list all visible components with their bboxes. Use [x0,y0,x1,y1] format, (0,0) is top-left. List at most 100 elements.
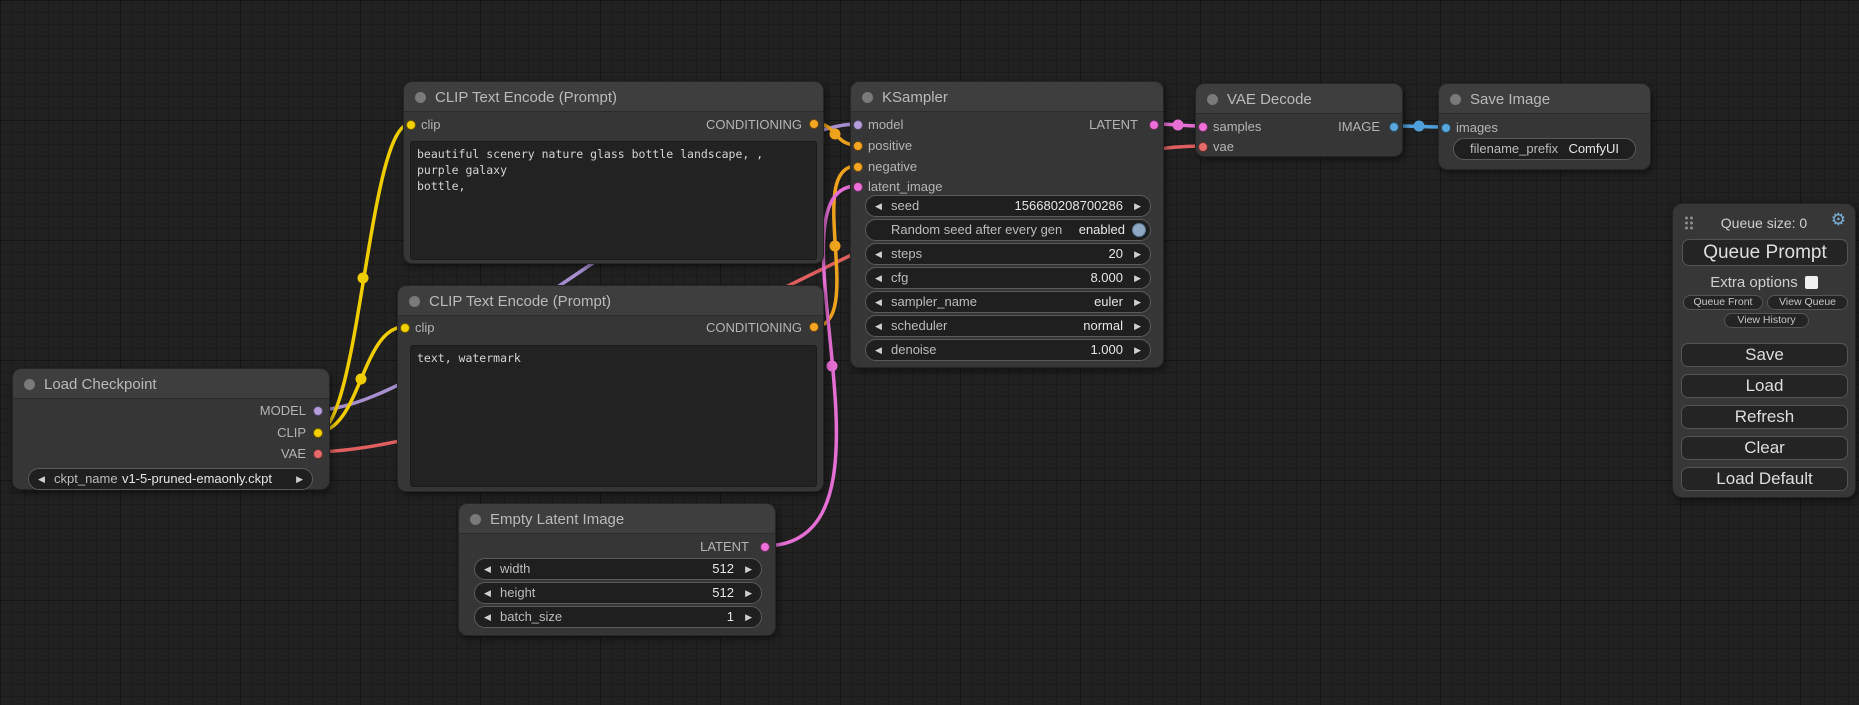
collapse-dot-icon[interactable] [409,296,420,307]
widget-label: sampler_name [891,292,977,312]
widget-steps[interactable]: ◀ steps 20 ▶ [865,243,1151,265]
input-port-images[interactable] [1441,123,1451,133]
widget-label: seed [891,196,919,216]
output-port-vae[interactable] [313,449,323,459]
widget-value: v1-5-pruned-emaonly.ckpt [122,469,272,489]
widget-seed[interactable]: ◀ seed 156680208700286 ▶ [865,195,1151,217]
increment-arrow-icon[interactable]: ▶ [296,469,303,489]
extra-options-label: Extra options [1710,274,1798,291]
output-port-clip[interactable] [313,428,323,438]
input-port-samples[interactable] [1198,122,1208,132]
increment-arrow-icon[interactable]: ▶ [745,559,752,579]
increment-arrow-icon[interactable]: ▶ [1134,268,1141,288]
load-default-button[interactable]: Load Default [1681,467,1848,491]
input-port-positive[interactable] [853,141,863,151]
decrement-arrow-icon[interactable]: ◀ [875,292,882,312]
widget-batch-size[interactable]: ◀ batch_size 1 ▶ [474,606,762,628]
node-load-checkpoint-header[interactable]: Load Checkpoint [13,369,329,399]
queue-panel: Queue size: 0 ⚙ Queue Prompt Extra optio… [1672,203,1856,498]
increment-arrow-icon[interactable]: ▶ [745,583,752,603]
decrement-arrow-icon[interactable]: ◀ [875,268,882,288]
widget-value: ComfyUI [1568,139,1619,159]
decrement-arrow-icon[interactable]: ◀ [875,340,882,360]
increment-arrow-icon[interactable]: ▶ [1134,340,1141,360]
increment-arrow-icon[interactable]: ▶ [745,607,752,627]
input-label-clip: clip [415,320,435,335]
toggle-icon[interactable] [1132,223,1146,237]
collapse-dot-icon[interactable] [415,92,426,103]
widget-height[interactable]: ◀ height 512 ▶ [474,582,762,604]
queue-front-button[interactable]: Queue Front [1683,295,1763,310]
refresh-button[interactable]: Refresh [1681,405,1848,429]
output-port-conditioning[interactable] [809,119,819,129]
increment-arrow-icon[interactable]: ▶ [1134,196,1141,216]
output-port-latent[interactable] [1149,120,1159,130]
decrement-arrow-icon[interactable]: ◀ [875,196,882,216]
node-empty-latent-header[interactable]: Empty Latent Image [459,504,775,534]
widget-label: ckpt_name [54,469,118,489]
increment-arrow-icon[interactable]: ▶ [1134,316,1141,336]
load-button[interactable]: Load [1681,374,1848,398]
prompt-textarea[interactable]: beautiful scenery nature glass bottle la… [410,141,817,260]
decrement-arrow-icon[interactable]: ◀ [484,607,491,627]
input-port-clip[interactable] [406,120,416,130]
input-port-model[interactable] [853,120,863,130]
node-save-image: Save Image images filename_prefix ComfyU… [1438,83,1651,170]
input-port-negative[interactable] [853,162,863,172]
widget-ckpt-name[interactable]: ◀ ckpt_name v1-5-pruned-emaonly.ckpt ▶ [28,468,313,490]
node-clip-positive-header[interactable]: CLIP Text Encode (Prompt) [404,82,823,112]
prompt-textarea[interactable]: text, watermark [410,345,817,487]
output-label-conditioning: CONDITIONING [706,320,802,335]
view-history-button[interactable]: View History [1724,313,1809,328]
decrement-arrow-icon[interactable]: ◀ [875,244,882,264]
widget-cfg[interactable]: ◀ cfg 8.000 ▶ [865,267,1151,289]
widget-denoise[interactable]: ◀ denoise 1.000 ▶ [865,339,1151,361]
collapse-dot-icon[interactable] [470,514,481,525]
widget-value: 1.000 [1090,340,1123,360]
widget-filename-prefix[interactable]: filename_prefix ComfyUI [1453,138,1636,160]
node-vae-decode-header[interactable]: VAE Decode [1196,84,1402,114]
node-ksampler-header[interactable]: KSampler [851,82,1163,112]
node-save-image-header[interactable]: Save Image [1439,84,1650,114]
increment-arrow-icon[interactable]: ▶ [1134,244,1141,264]
save-button[interactable]: Save [1681,343,1848,367]
view-queue-button[interactable]: View Queue [1767,295,1848,310]
collapse-dot-icon[interactable] [862,92,873,103]
input-label-positive: positive [868,138,912,153]
output-label-clip: CLIP [277,425,306,440]
decrement-arrow-icon[interactable]: ◀ [484,559,491,579]
link-midpoint-dot [827,361,838,372]
widget-value: 8.000 [1090,268,1123,288]
input-port-clip[interactable] [400,323,410,333]
widget-label: cfg [891,268,908,288]
widget-label: scheduler [891,316,947,336]
collapse-dot-icon[interactable] [1207,94,1218,105]
extra-options-checkbox[interactable] [1805,276,1818,289]
widget-sampler-name[interactable]: ◀ sampler_name euler ▶ [865,291,1151,313]
input-port-vae[interactable] [1198,142,1208,152]
node-clip-negative-header[interactable]: CLIP Text Encode (Prompt) [398,286,823,316]
widget-random-seed[interactable]: Random seed after every gen enabled [865,219,1151,241]
output-label-image: IMAGE [1338,119,1380,134]
input-port-latent-image[interactable] [853,182,863,192]
decrement-arrow-icon[interactable]: ◀ [875,316,882,336]
decrement-arrow-icon[interactable]: ◀ [484,583,491,603]
clear-button[interactable]: Clear [1681,436,1848,460]
collapse-dot-icon[interactable] [1450,94,1461,105]
widget-width[interactable]: ◀ width 512 ▶ [474,558,762,580]
queue-size-label: Queue size: 0 [1673,215,1855,231]
widget-scheduler[interactable]: ◀ scheduler normal ▶ [865,315,1151,337]
output-port-model[interactable] [313,406,323,416]
widget-label: Random seed after every gen [891,220,1062,240]
settings-gear-icon[interactable]: ⚙ [1831,210,1846,230]
output-port-image[interactable] [1389,122,1399,132]
widget-value: 20 [1109,244,1123,264]
collapse-dot-icon[interactable] [24,379,35,390]
increment-arrow-icon[interactable]: ▶ [1134,292,1141,312]
decrement-arrow-icon[interactable]: ◀ [38,469,45,489]
output-port-conditioning[interactable] [809,322,819,332]
node-ksampler: KSampler model positive negative latent_… [850,81,1164,368]
node-title: KSampler [882,89,948,106]
output-port-latent[interactable] [760,542,770,552]
queue-prompt-button[interactable]: Queue Prompt [1682,239,1848,266]
